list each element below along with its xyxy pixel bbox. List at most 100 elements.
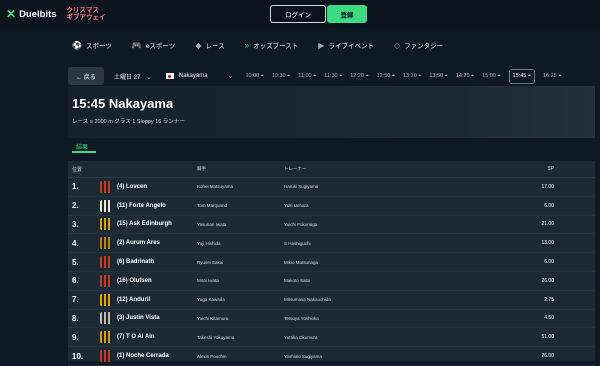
- location-pin-icon: ⌖: [416, 72, 422, 79]
- header-trainer: トレーナー: [284, 166, 307, 171]
- table-row[interactable]: 8. (3) Justin Vista Yuichi Kitamura Tetsuya…: [68, 310, 595, 329]
- starting-price: 21.00: [541, 221, 554, 228]
- table-row[interactable]: 6. (16) Olufsen Mirai Iwata Makoto Saito 26.…: [68, 272, 595, 291]
- logo[interactable]: ✕ Duelbits: [6, 7, 57, 21]
- chevron-down-icon: ⌄: [146, 73, 152, 81]
- table-header: 位置 騎手 トレーナー SP: [68, 161, 595, 178]
- race-time-tab[interactable]: 12:50 ⌖: [377, 73, 395, 80]
- location-pin-icon: ⌖: [556, 72, 562, 79]
- race-details: レース ≡ 2000 m クラス 1 Sloppy 16 ランナー: [72, 119, 185, 125]
- race-time-tab[interactable]: 11:00 ⌖: [298, 73, 316, 80]
- track-selector[interactable]: Nakayama ⌄: [165, 72, 234, 80]
- finish-position: 9.: [72, 332, 79, 342]
- jockey-name: Kohei Matsuyama: [197, 184, 234, 190]
- page-title: 15:45 Nakayama: [72, 96, 174, 111]
- back-button[interactable]: ← 戻る: [68, 67, 104, 85]
- promo-line2: ギブアウェイ: [66, 14, 106, 21]
- starting-price: 26.00: [541, 277, 554, 284]
- table-row[interactable]: 4. (2) Aurum Ares Yuji Hishida S Hashiguchi…: [68, 234, 595, 254]
- trainer-name: Haruki Sugiyama: [284, 184, 319, 190]
- horse-cell: (11) Forte Angelo: [100, 199, 197, 212]
- horse-name: (2) Aurum Ares: [117, 240, 160, 247]
- location-pin-icon: ⌖: [337, 72, 343, 79]
- table-row[interactable]: 10. (1) Noche Cerrada Alexis Pouchin Yoshia…: [68, 347, 595, 366]
- horse-cell: (15) Ask Edinburgh: [100, 218, 197, 231]
- table-body: 1. (4) Lovcen Kohei Matsuyama Haruki Sugiya…: [68, 178, 595, 366]
- race-time-tab[interactable]: 13:20 ⌖: [403, 73, 421, 80]
- jockey-silk-icon: [100, 350, 112, 363]
- jockey-silk-icon: [100, 237, 112, 250]
- race-time-tab[interactable]: 11:30 ⌖: [324, 73, 342, 80]
- tab-results[interactable]: 結果: [76, 142, 88, 151]
- race-time-tab[interactable]: 15:45 ⌖: [508, 68, 535, 84]
- starting-price: 6.00: [544, 202, 554, 209]
- race-time-label: 15:00: [482, 72, 496, 79]
- race-time-tab[interactable]: 10:30 ⌖: [272, 73, 290, 80]
- date-selector[interactable]: 土曜日 27 ⌄: [114, 72, 152, 81]
- jockey-name: Ryusei Sakai: [197, 259, 224, 265]
- jockey-silk-icon: [100, 218, 112, 231]
- race-time-tab[interactable]: 16:25 ⌖: [543, 73, 561, 80]
- nav-label: eスポーツ: [145, 43, 176, 50]
- starting-price: 6.00: [544, 259, 554, 266]
- nav-item-sports[interactable]: ⚽ スポーツ: [72, 40, 112, 51]
- trainer-name: Mikio Matsunaga: [284, 259, 319, 265]
- nav-item-live[interactable]: ▶ ライブイベント: [318, 40, 374, 51]
- trainer-name: Makoto Saito: [284, 278, 311, 284]
- jockey-silk-icon: [100, 312, 112, 325]
- promo-line1: クリスマス: [66, 7, 99, 14]
- starting-price: 4.50: [544, 315, 554, 322]
- table-row[interactable]: 3. (15) Ask Edinburgh Yasunari Iwata Yuichi…: [68, 216, 595, 235]
- nav-label: ライブイベント: [328, 43, 374, 50]
- horse-name: (15) Ask Edinburgh: [117, 221, 172, 228]
- jockey-name: Tom Marquand: [197, 203, 228, 209]
- location-pin-icon: ⌖: [443, 72, 448, 79]
- race-time-tab[interactable]: 10:00 ⌖: [245, 73, 263, 80]
- jockey-name: Yasunari Iwata: [197, 221, 227, 227]
- table-row[interactable]: 2. (11) Forte Angelo Tom Marquand Yuki Ueha…: [68, 197, 595, 216]
- nav-item-fantasy[interactable]: ◇ ファンタジー: [394, 40, 444, 51]
- racing-icon: ◆: [195, 40, 202, 50]
- header-pos: 位置: [72, 166, 83, 173]
- starting-price: 17.00: [541, 183, 554, 190]
- race-time-tab[interactable]: 13:50 ⌖: [429, 73, 447, 80]
- horse-name: (16) Olufsen: [117, 277, 152, 284]
- results-table: 位置 騎手 トレーナー SP 1. (4) Lovcen Kohei Matsuya…: [68, 161, 595, 366]
- race-time-tab[interactable]: 12:20 ⌖: [350, 73, 368, 80]
- nav-item-racing[interactable]: ◆ レース: [195, 40, 224, 51]
- horse-cell: (3) Justin Vista: [100, 312, 197, 325]
- race-time-label: 11:30: [324, 72, 338, 79]
- horse-cell: (7) T O Al Ain: [100, 331, 197, 344]
- nav-label: ファンタジー: [404, 43, 444, 50]
- table-row[interactable]: 9. (7) T O Al Ain Takeshi Yokoyama Yutaka O…: [68, 328, 595, 348]
- starting-price: 2.75: [544, 296, 554, 303]
- location-pin-icon: ⌖: [526, 72, 531, 79]
- location-pin-icon: ⌖: [495, 72, 501, 79]
- horse-name: (7) T O Al Ain: [117, 334, 155, 341]
- race-time-tab[interactable]: 15:00 ⌖: [482, 73, 500, 80]
- race-time-label: 12:20: [350, 72, 364, 79]
- register-button[interactable]: 登録: [327, 5, 367, 23]
- chevron-down-icon: ⌄: [227, 73, 234, 80]
- table-row[interactable]: 7. (12) Anduril Yuga Kawada Mitsumasa Nakau…: [68, 291, 595, 310]
- horse-name: (11) Forte Angelo: [117, 202, 166, 209]
- race-header: [68, 86, 595, 138]
- nav-item-boost[interactable]: » オッズブースト: [245, 40, 299, 51]
- table-row[interactable]: 1. (4) Lovcen Kohei Matsuyama Haruki Sugiya…: [68, 178, 595, 197]
- jockey-silk-icon: [100, 256, 112, 269]
- race-time-label: 10:30: [271, 72, 286, 79]
- horse-name: (12) Anduril: [117, 296, 151, 303]
- login-button[interactable]: ログイン: [270, 5, 326, 23]
- live-icon: ▶: [318, 40, 325, 50]
- promo-banner[interactable]: クリスマス ギブアウェイ: [67, 7, 106, 21]
- race-selector-bar: ← 戻る 土曜日 27 ⌄ Nakayama ⌄ 10:00 ⌖ 10:30 ⌖ 1…: [68, 66, 595, 86]
- race-time-tab[interactable]: 14:20 ⌖: [456, 73, 474, 80]
- horse-cell: (4) Lovcen: [100, 180, 197, 193]
- jockey-silk-icon: [100, 331, 112, 344]
- horse-cell: (12) Anduril: [100, 293, 197, 306]
- table-row[interactable]: 5. (6) Badrinath Ryusei Sakai Mikio Matsuna…: [68, 253, 595, 272]
- starting-price: 13.00: [541, 240, 554, 247]
- race-time-label: 10:00: [245, 72, 260, 79]
- nav-item-esports[interactable]: 🎮 eスポーツ: [132, 40, 176, 51]
- nav-label: オッズブースト: [253, 43, 299, 50]
